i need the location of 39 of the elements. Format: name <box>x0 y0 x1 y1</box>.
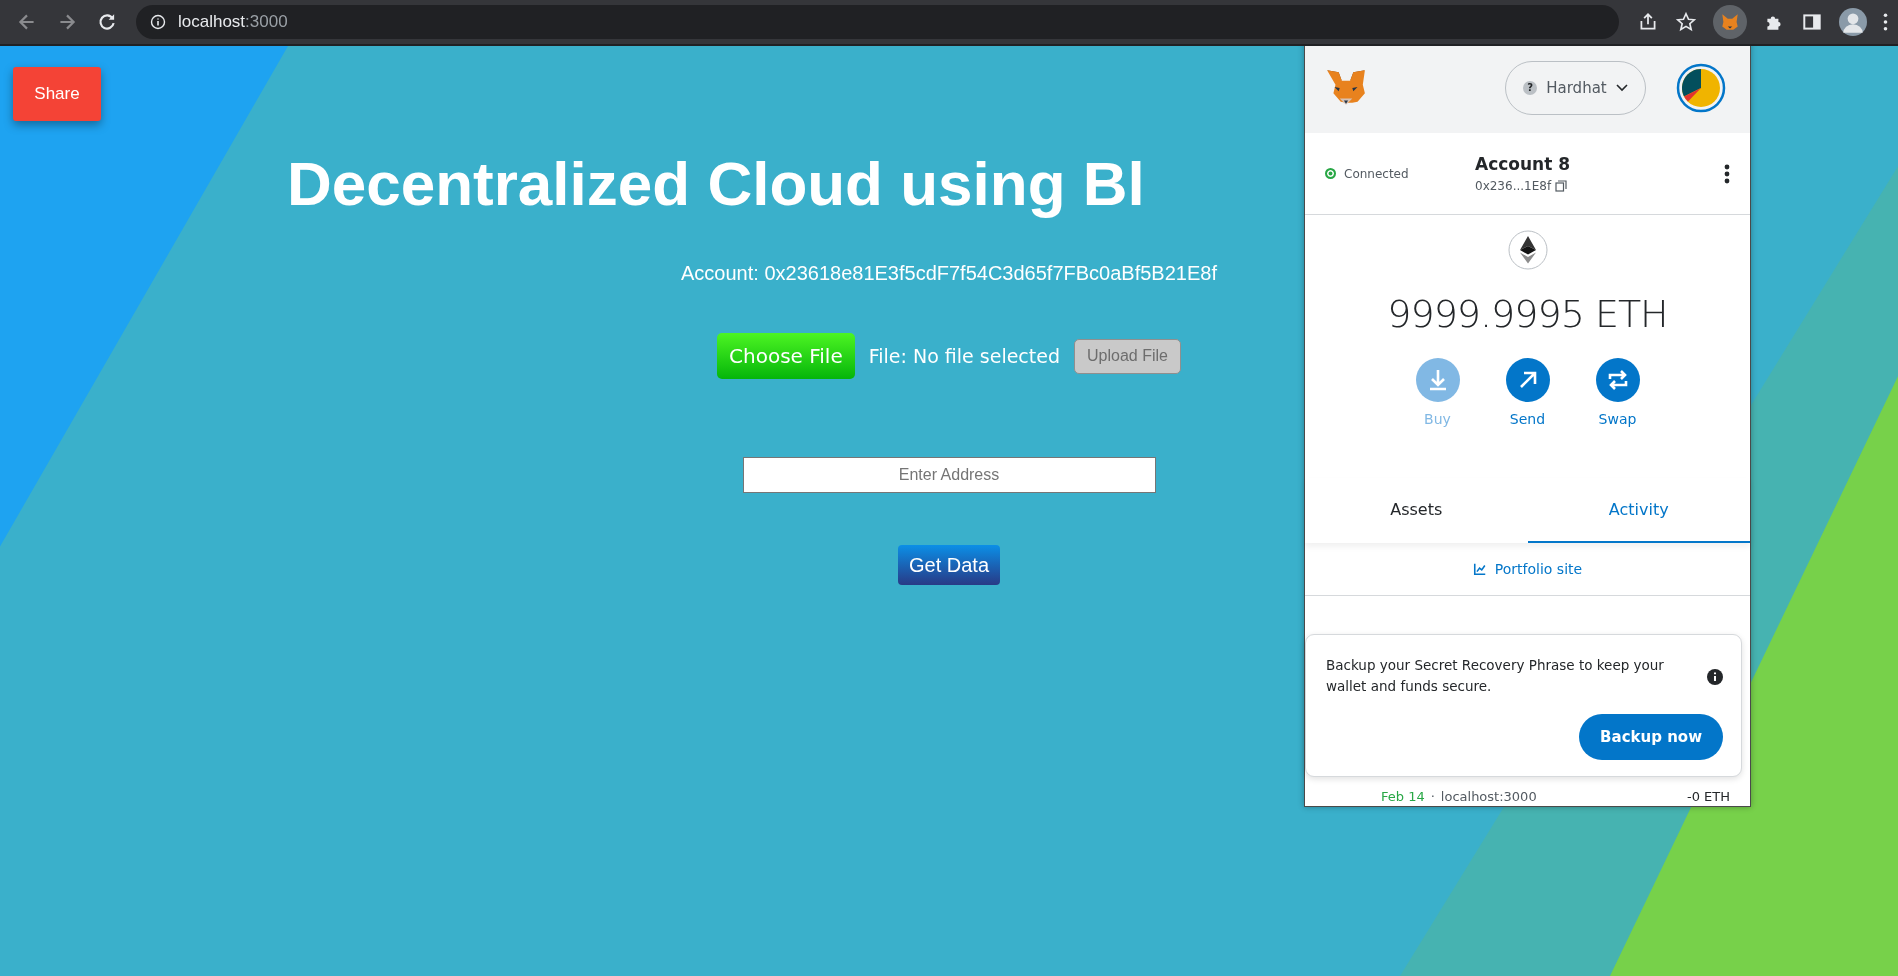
activity-amount: -0 ETH <box>1686 789 1730 804</box>
fox-icon <box>1719 11 1741 33</box>
account-name: Account 8 <box>1475 154 1571 174</box>
wallet-action-button[interactable]: Send <box>1497 358 1558 427</box>
url-host: localhost <box>178 12 246 32</box>
info-icon[interactable] <box>1707 669 1723 685</box>
backup-now-button[interactable]: Backup now <box>1579 714 1723 760</box>
wallet-tab[interactable]: Activity <box>1527 478 1750 543</box>
wallet-tab[interactable]: Assets <box>1305 478 1528 543</box>
fox-extension-button[interactable] <box>1713 5 1747 39</box>
connection-status[interactable]: Connected <box>1325 166 1475 181</box>
star-icon[interactable] <box>1675 11 1697 33</box>
file-status: File: No file selected <box>868 345 1060 368</box>
account-avatar[interactable] <box>1676 62 1726 113</box>
notice-text: Backup your Secret Recovery Phrase to keep your wallet and funds secure. <box>1326 656 1665 696</box>
activity-origin: localhost:3000 <box>1440 789 1537 804</box>
page-title: Decentralized Cloud using Bl <box>287 150 1145 219</box>
caret-icon <box>1615 83 1628 92</box>
more-options-icon[interactable] <box>1724 163 1730 184</box>
wallet-action-button[interactable]: Swap <box>1587 358 1648 427</box>
account-address: Account: 0x23618e81E3f5cdF7f54C3d65f7FBc0aBf5B21E8f <box>681 262 1217 286</box>
wallet-address: 0x236...1E8f <box>1475 179 1552 193</box>
copy-icon[interactable] <box>1555 180 1568 192</box>
menu-icon[interactable] <box>1883 13 1888 31</box>
address-bar[interactable]: localhost:3000 <box>136 5 1619 39</box>
sidebar-icon[interactable] <box>1801 11 1823 33</box>
url-port: :3000 <box>245 12 288 32</box>
separator-dot: · <box>1430 789 1435 804</box>
info-icon[interactable] <box>150 14 166 30</box>
get-data-button[interactable]: Get Data <box>897 545 1000 586</box>
activity-date: Feb 14 <box>1381 789 1425 804</box>
portfolio-link[interactable]: Portfolio site <box>1472 561 1583 577</box>
ethereum-icon <box>1507 230 1548 270</box>
profile-avatar[interactable] <box>1839 8 1867 36</box>
chart-icon <box>1472 562 1487 576</box>
address-field[interactable]: Enter Address <box>742 457 1156 494</box>
balance-amount: 9999.9995 ETH <box>1387 292 1668 336</box>
share-button[interactable]: Share <box>13 67 101 121</box>
fox-logo-icon <box>1325 68 1367 107</box>
